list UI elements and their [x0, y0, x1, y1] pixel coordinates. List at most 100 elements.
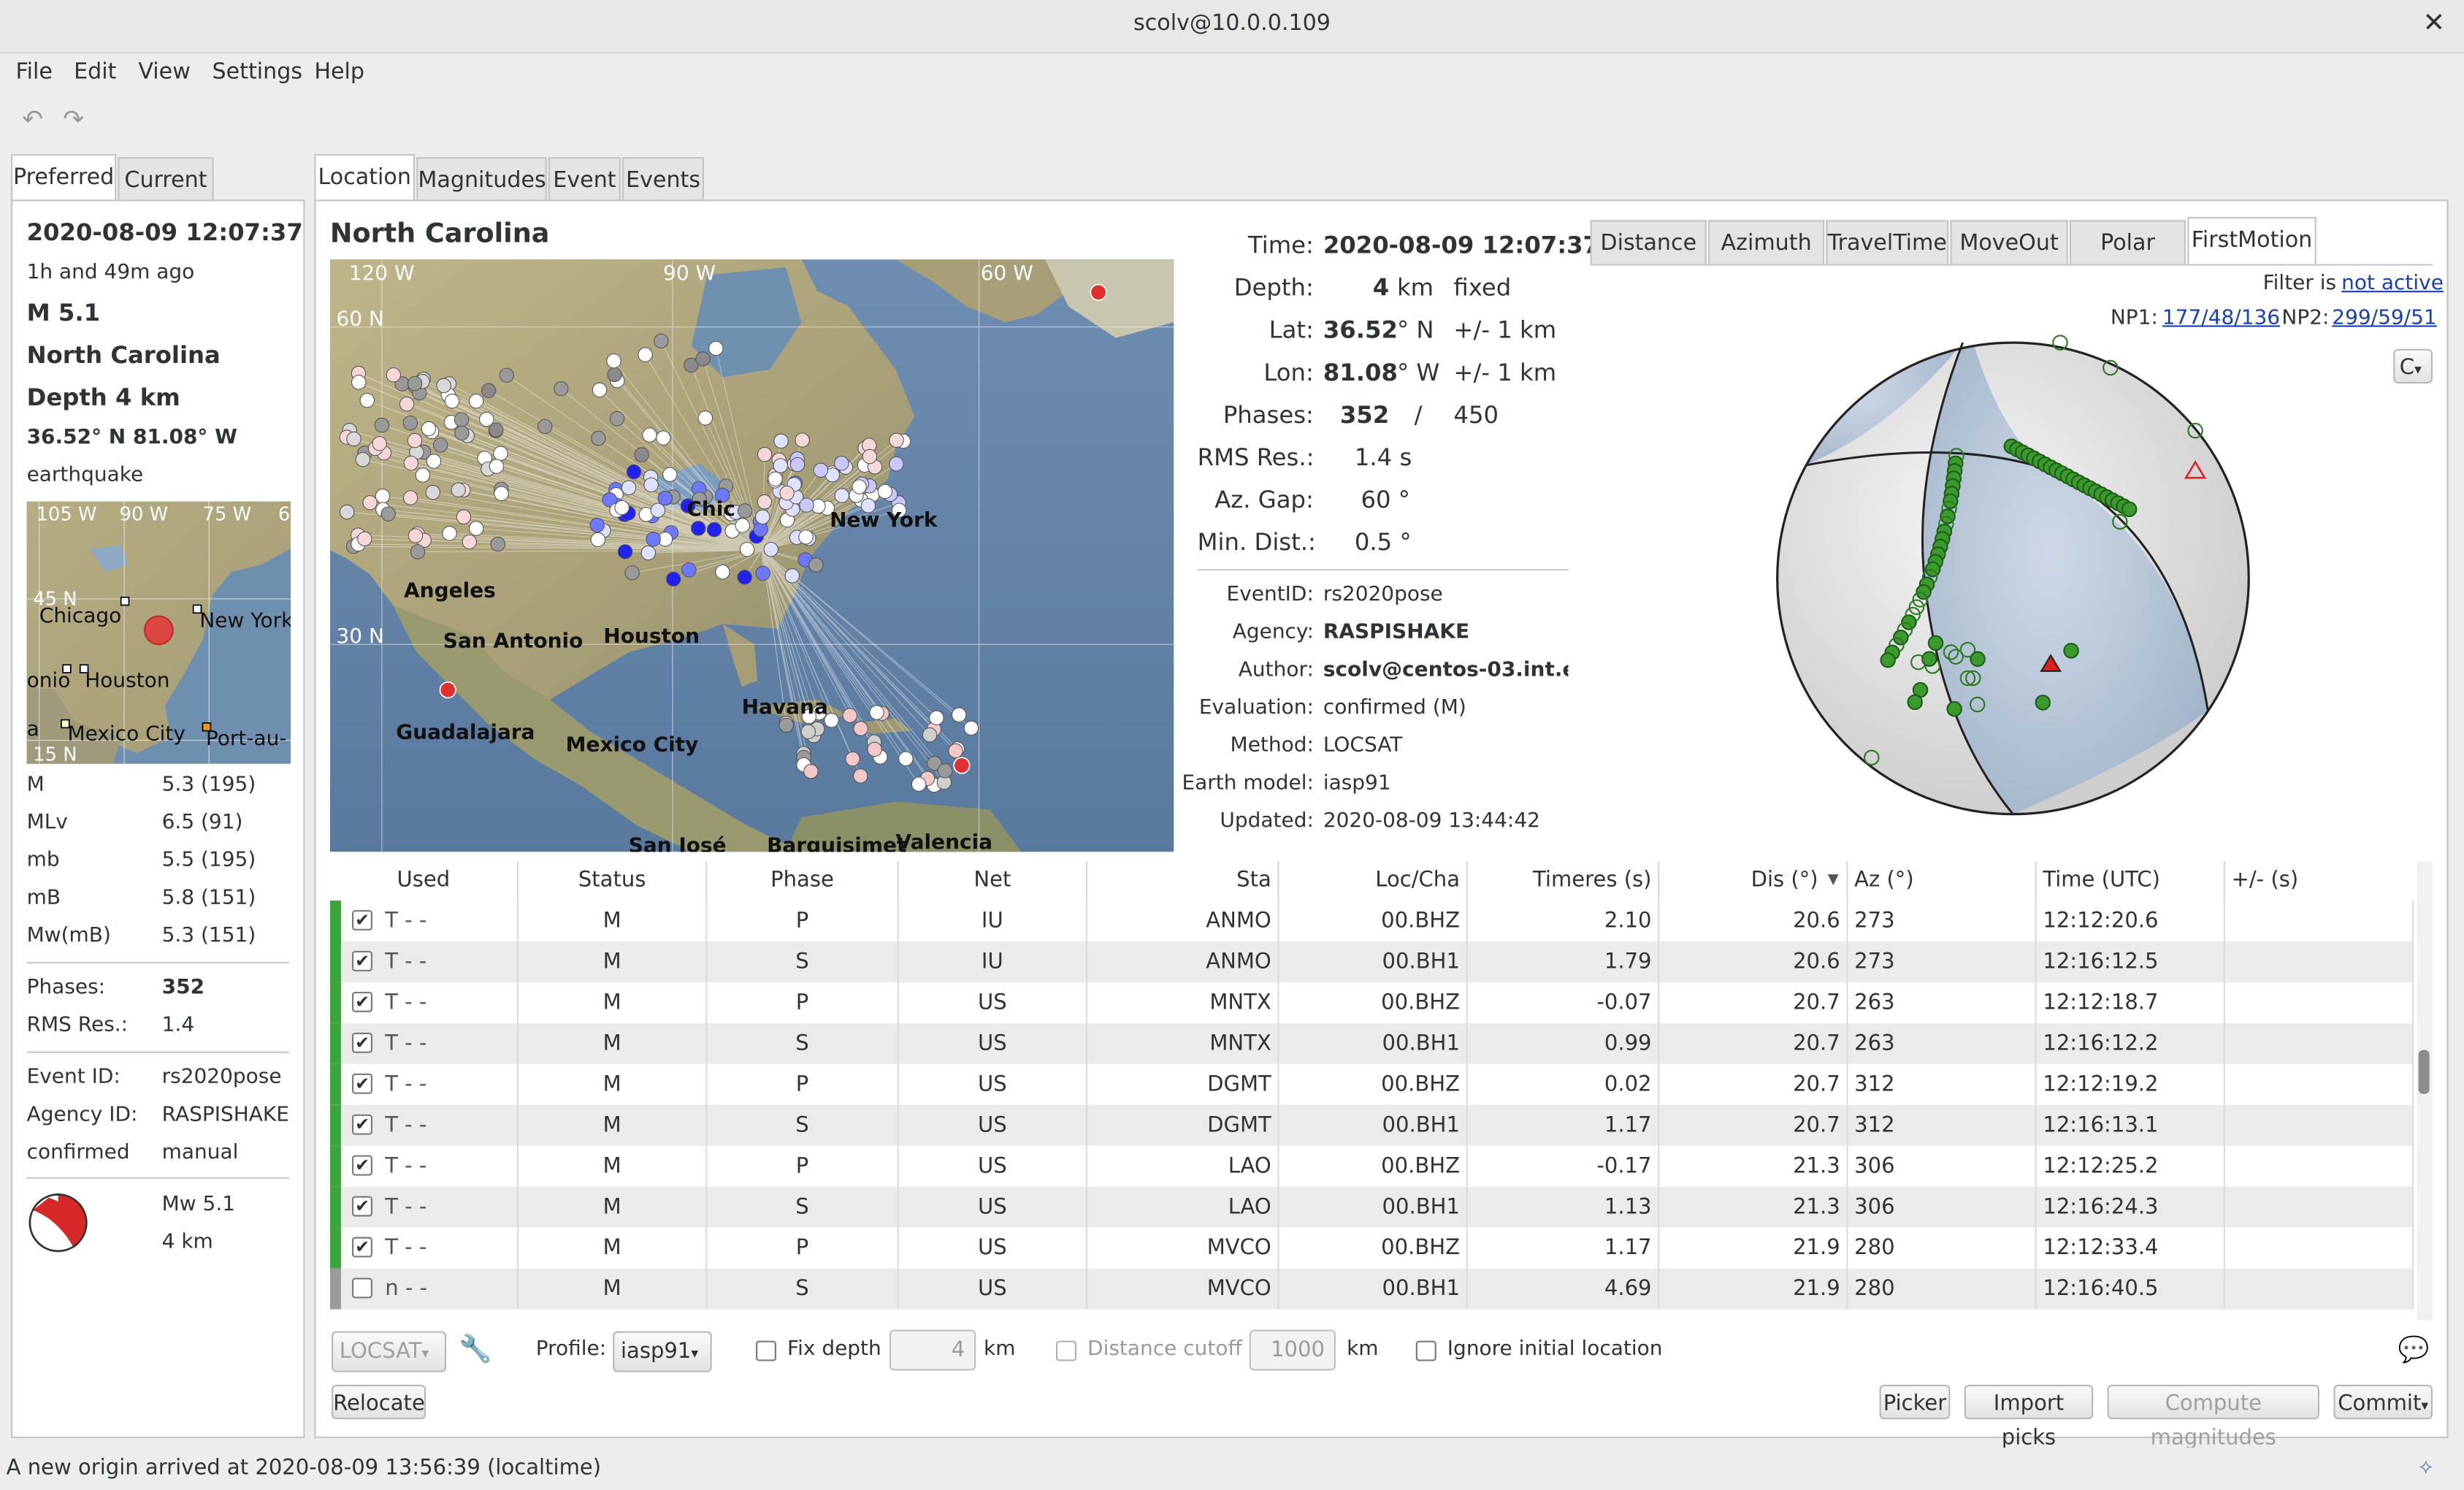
col-sta[interactable]: Sta: [1087, 861, 1279, 901]
table-row[interactable]: ✔ T - - M P IU ANMO 00.BHZ 2.10 20.6 273 12:12:20.…: [329, 901, 2414, 941]
fix-depth-checkbox[interactable]: [756, 1340, 776, 1361]
status-bar: A new origin arrived at 2020-08-09 13:56…: [0, 1447, 2464, 1490]
weight-flags: T - -: [385, 1031, 427, 1057]
tab-traveltime[interactable]: TravelTime: [1826, 220, 1949, 264]
menu-edit[interactable]: Edit: [74, 60, 116, 85]
tab-events[interactable]: Events: [622, 157, 705, 202]
menu-view[interactable]: View: [138, 60, 191, 85]
cell-dis: 20.7: [1659, 982, 1848, 1023]
used-checkbox[interactable]: ✔: [352, 1114, 372, 1135]
col-az[interactable]: Az (°): [1848, 861, 2037, 901]
connection-icon: ⟡: [2419, 1455, 2433, 1479]
minimap-city: Mexico City: [67, 722, 185, 747]
used-checkbox[interactable]: ✔: [352, 1155, 372, 1176]
phases-separator: /: [1414, 400, 1423, 429]
locator-settings-icon[interactable]: 🔧: [459, 1334, 492, 1366]
tab-location[interactable]: Location: [314, 153, 416, 202]
table-row[interactable]: ✔ T - - M P US MVCO 00.BHZ 1.17 21.9 280 12:12:33.…: [329, 1227, 2414, 1269]
arrival-table[interactable]: Used Status Phase Net Sta Loc/Cha Timere…: [329, 861, 2433, 1321]
used-checkbox[interactable]: ✔: [352, 1073, 372, 1094]
col-time[interactable]: Time (UTC): [2037, 861, 2225, 901]
col-timeres[interactable]: Timeres (s): [1468, 861, 1660, 901]
np2-link[interactable]: 299/59/51: [2332, 307, 2436, 330]
used-checkbox[interactable]: ✔: [352, 1032, 372, 1053]
col-dis[interactable]: Dis (°) ▼: [1659, 861, 1848, 901]
station-marker: [402, 415, 418, 431]
col-uncertainty[interactable]: +/- (s): [2225, 861, 2414, 901]
scrollbar-thumb[interactable]: [2418, 1050, 2430, 1094]
plot-options-button[interactable]: C▾: [2393, 348, 2433, 384]
cell-sta: MVCO: [1087, 1227, 1279, 1269]
tab-distance[interactable]: Distance: [1590, 220, 1707, 264]
overview-map[interactable]: 105 W 90 W 75 W 6 45 N 15 N Chicago New …: [26, 501, 291, 764]
tab-moveout[interactable]: MoveOut: [1950, 220, 2068, 264]
table-row[interactable]: n - - M S US MVCO 00.BH1 4.69 21.9 280 12:16:40.5: [329, 1268, 2414, 1310]
col-net[interactable]: Net: [899, 861, 1088, 901]
menu-settings[interactable]: Settings: [212, 60, 302, 85]
col-used[interactable]: Used: [330, 861, 519, 901]
first-motion-plot[interactable]: [1768, 333, 2258, 823]
compute-magnitudes-button[interactable]: Compute magnitudes: [2107, 1384, 2320, 1451]
table-row[interactable]: ✔ T - - M P US LAO 00.BHZ -0.17 21.3 306 12:12:25.…: [329, 1145, 2414, 1187]
polarity-marker: [2121, 501, 2138, 517]
used-checkbox[interactable]: ✔: [352, 1196, 372, 1217]
distance-cutoff-checkbox[interactable]: [1056, 1340, 1076, 1361]
col-phase[interactable]: Phase: [707, 861, 899, 901]
distance-cutoff-input[interactable]: 1000: [1249, 1329, 1336, 1371]
tab-current[interactable]: Current: [118, 157, 214, 202]
station-marker: [621, 480, 637, 495]
tab-azimuth[interactable]: Azimuth: [1708, 220, 1825, 264]
cell-used: ✔ T - -: [330, 1104, 519, 1146]
station-marker: [853, 768, 868, 784]
tab-magnitudes[interactable]: Magnitudes: [416, 157, 547, 202]
locator-select[interactable]: LOCSAT▾: [332, 1331, 447, 1372]
col-dis-label: Dis (°): [1751, 867, 1818, 893]
picker-button[interactable]: Picker: [1879, 1384, 1951, 1420]
used-checkbox[interactable]: [352, 1277, 372, 1299]
evaluation-status: confirmed: [26, 1141, 130, 1165]
col-status[interactable]: Status: [519, 861, 708, 901]
station-marker: [624, 565, 640, 581]
menu-file[interactable]: File: [16, 60, 53, 85]
station-marker: [737, 570, 752, 585]
filter-status-link[interactable]: not active: [2341, 272, 2444, 295]
station-marker: [877, 484, 893, 500]
used-checkbox[interactable]: ✔: [352, 1237, 372, 1258]
table-row[interactable]: ✔ T - - M P US DGMT 00.BHZ 0.02 20.7 312 12:12:19.…: [329, 1063, 2414, 1105]
station-marker: [614, 500, 630, 516]
undo-icon[interactable]: ↶: [22, 104, 43, 134]
redo-icon[interactable]: ↷: [63, 104, 84, 134]
profile-select[interactable]: iasp91▾: [613, 1331, 712, 1372]
ignore-initial-checkbox[interactable]: [1415, 1340, 1436, 1361]
used-checkbox[interactable]: ✔: [352, 950, 372, 971]
fm-magnitude: Mw 5.1: [161, 1193, 236, 1217]
fix-depth-input[interactable]: 4: [889, 1329, 976, 1371]
cell-status: M: [519, 1186, 708, 1228]
commit-button[interactable]: Commit▾: [2333, 1384, 2433, 1420]
used-checkbox[interactable]: ✔: [352, 991, 372, 1012]
menu-help[interactable]: Help: [314, 60, 364, 85]
tab-preferred[interactable]: Preferred: [11, 153, 117, 202]
col-loccha[interactable]: Loc/Cha: [1279, 861, 1468, 901]
tab-event[interactable]: Event: [548, 157, 621, 202]
table-row[interactable]: ✔ T - - M S US MNTX 00.BH1 0.99 20.7 263 12:16:12.…: [329, 1023, 2414, 1064]
station-marker: [808, 557, 824, 573]
close-icon[interactable]: ✕: [2423, 8, 2446, 39]
import-picks-button[interactable]: Import picks: [1964, 1384, 2094, 1451]
location-map[interactable]: 120 W 90 W 60 W 60 N 30 N Chic New York …: [329, 259, 1174, 852]
cell-res: 2.10: [1468, 901, 1660, 941]
tab-firstmotion[interactable]: FirstMotion: [2187, 216, 2316, 264]
tab-polar[interactable]: Polar: [2069, 220, 2186, 264]
table-row[interactable]: ✔ T - - M S US LAO 00.BH1 1.13 21.3 306 12:16:24.3: [329, 1186, 2414, 1228]
np1-link[interactable]: 177/48/136: [2162, 307, 2280, 330]
used-checkbox[interactable]: ✔: [352, 909, 372, 931]
table-row[interactable]: ✔ T - - M P US MNTX 00.BHZ -0.07 20.7 263 12:12:18…: [329, 982, 2414, 1023]
table-scrollbar[interactable]: [2417, 861, 2433, 1321]
table-row[interactable]: ✔ T - - M S IU ANMO 00.BH1 1.79 20.6 273 12:16:12.…: [329, 941, 2414, 982]
comment-icon[interactable]: 💬: [2398, 1334, 2430, 1364]
agency-value: RASPISHAKE: [161, 1103, 289, 1127]
map-grid-label: 60 W: [980, 262, 1033, 286]
relocate-button[interactable]: Relocate: [332, 1384, 426, 1420]
agency-label: Agency:: [1232, 621, 1314, 645]
table-row[interactable]: ✔ T - - M S US DGMT 00.BH1 1.17 20.7 312 12:16:13.…: [329, 1104, 2414, 1146]
